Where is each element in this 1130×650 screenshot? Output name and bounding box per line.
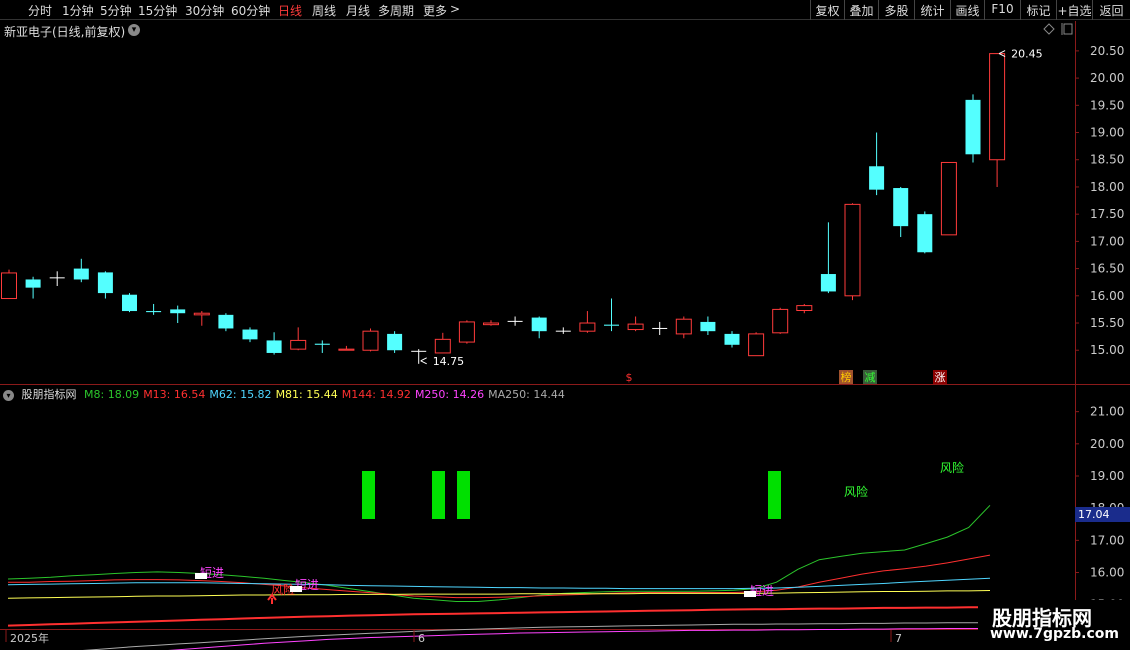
annotation-1: 风险 bbox=[940, 460, 964, 475]
candle-body-down bbox=[97, 272, 113, 294]
window-icon bbox=[1063, 23, 1073, 35]
candle-body-up bbox=[940, 161, 957, 236]
signal-box bbox=[744, 591, 756, 597]
candle-body-up bbox=[290, 339, 307, 350]
price-tick-label: 15.00 bbox=[1090, 343, 1124, 357]
series-line-M144 bbox=[7, 606, 990, 627]
candle-body-down bbox=[242, 329, 258, 340]
candle-body-up bbox=[579, 322, 596, 332]
candle-body-down bbox=[820, 274, 836, 292]
candle-body-up bbox=[434, 338, 451, 354]
date-label-2: 7 bbox=[895, 632, 902, 645]
price-tick-label: 17.50 bbox=[1090, 207, 1124, 221]
candle-body-down bbox=[917, 214, 933, 253]
low-arrow bbox=[420, 357, 427, 365]
candle-body-up bbox=[989, 53, 1006, 161]
signal-bar bbox=[432, 471, 445, 519]
gear-icon[interactable]: ▾ bbox=[3, 390, 14, 401]
candle-body-up bbox=[844, 203, 861, 297]
legend-item-0: M8: 18.09 bbox=[84, 388, 140, 401]
candle-body-down bbox=[724, 333, 740, 345]
price-tick-label: 20.50 bbox=[1090, 44, 1124, 58]
candle-body-down bbox=[387, 333, 403, 351]
candle-body-up bbox=[748, 333, 765, 357]
candle-body-up bbox=[338, 348, 355, 351]
ind-tick-label: 21.00 bbox=[1090, 405, 1124, 419]
date-label-0: 2025年 bbox=[10, 631, 49, 645]
price-tick-label: 18.00 bbox=[1090, 180, 1124, 194]
candle-body-up bbox=[458, 321, 475, 343]
ind-tick-label: 17.00 bbox=[1090, 533, 1124, 547]
ind-tick-label: 19.00 bbox=[1090, 469, 1124, 483]
signal-bar bbox=[457, 471, 470, 519]
signal-marker-1: 榜 bbox=[841, 370, 852, 384]
candle-body-up bbox=[193, 312, 210, 316]
series-line-M8 bbox=[7, 504, 991, 602]
candle-body-up bbox=[1, 272, 17, 300]
candle-body-down bbox=[965, 99, 981, 155]
high-label: 20.45 bbox=[1011, 48, 1043, 61]
candle-body-down bbox=[25, 279, 41, 288]
legend-item-3: M81: 15.44 bbox=[275, 388, 338, 401]
candle-body-down bbox=[146, 311, 162, 313]
legend-item-1: M13: 16.54 bbox=[143, 388, 206, 401]
date-label-1: 6 bbox=[418, 632, 425, 645]
candle-body-up bbox=[627, 323, 644, 331]
price-tick-label: 18.50 bbox=[1090, 153, 1124, 167]
candle-body-up bbox=[675, 318, 692, 335]
ind-tick-label: 16.00 bbox=[1090, 566, 1124, 580]
candle-body-down bbox=[869, 166, 885, 190]
candle-body-up bbox=[772, 308, 789, 334]
ind-tick-label: 20.00 bbox=[1090, 437, 1124, 451]
candle-body-up bbox=[796, 305, 813, 311]
candle-body-down bbox=[170, 309, 186, 314]
price-tick-label: 16.50 bbox=[1090, 262, 1124, 276]
diamond-icon bbox=[1043, 23, 1055, 35]
signal-box bbox=[195, 573, 207, 579]
candle-body-down bbox=[531, 317, 547, 332]
price-tick-label: 15.50 bbox=[1090, 316, 1124, 330]
legend-item-6: MA250: 14.44 bbox=[488, 388, 565, 401]
candle-body-up bbox=[362, 330, 379, 351]
series-line-M250 bbox=[168, 628, 990, 650]
low-label: 14.75 bbox=[433, 355, 465, 368]
price-tick-label: 16.00 bbox=[1090, 289, 1124, 303]
price-tick-label: 19.50 bbox=[1090, 98, 1124, 112]
candle-body-down bbox=[700, 321, 716, 332]
series-line-MA250 bbox=[82, 622, 990, 650]
signal-bar bbox=[362, 471, 375, 519]
watermark: 股朋指标网 www.7gpzb.com bbox=[978, 600, 1130, 650]
series-line-M13 bbox=[8, 554, 991, 599]
watermark-url: www.7gpzb.com bbox=[990, 626, 1120, 642]
legend-item-5: M250: 14.26 bbox=[414, 388, 485, 401]
indicator-name: 股朋指标网 bbox=[21, 388, 77, 401]
legend-item-2: M62: 15.82 bbox=[209, 388, 272, 401]
candle-body-down bbox=[122, 294, 137, 312]
signal-bar bbox=[768, 471, 781, 519]
legend-item-4: M144: 14.92 bbox=[341, 388, 411, 401]
current-value-badge: 17.04 bbox=[1075, 507, 1130, 522]
candle-body-down bbox=[604, 324, 619, 326]
indicator-header: ▾ 股朋指标网 M8: 18.09 M13: 16.54 M62: 15.82 M81… bbox=[0, 386, 1075, 402]
candle-body-up bbox=[483, 322, 499, 326]
price-tick-label: 17.00 bbox=[1090, 234, 1124, 248]
candle-body-down bbox=[73, 268, 89, 280]
indicator-legend: M8: 18.09 M13: 16.54 M62: 15.82 M81: 15.44 M… bbox=[84, 388, 569, 401]
signal-marker-3: 涨 bbox=[935, 371, 946, 384]
signal-box bbox=[290, 586, 302, 592]
chart-canvas: 20.50 20.00 19.50 19.00 18.50 18.00 17.50 17.00… bbox=[0, 21, 1130, 650]
candle-body-down bbox=[893, 188, 909, 227]
signal-marker-2: 减 bbox=[865, 371, 876, 384]
annotation-0: 风险 bbox=[844, 484, 868, 499]
price-tick-label: 19.00 bbox=[1090, 126, 1124, 140]
candle-body-down bbox=[314, 343, 330, 345]
signal-marker-0: $ bbox=[626, 371, 633, 384]
candle-body-down bbox=[266, 340, 282, 353]
price-tick-label: 20.00 bbox=[1090, 71, 1124, 85]
candle-body-down bbox=[218, 314, 234, 329]
